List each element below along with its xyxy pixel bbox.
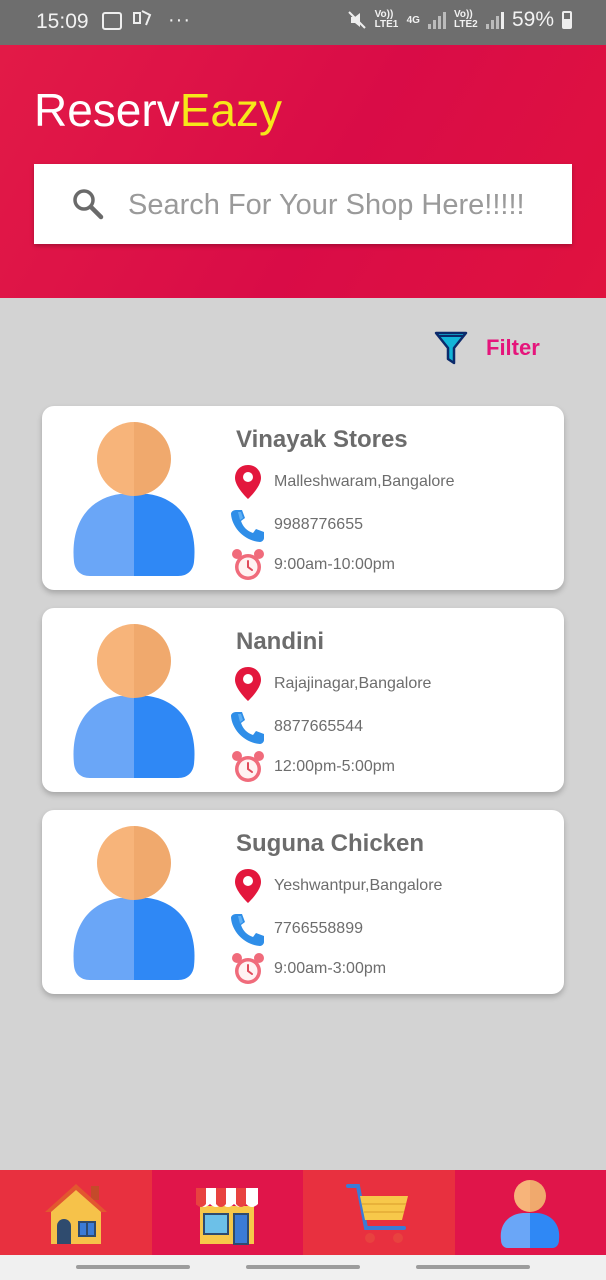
filter-button[interactable]: Filter [434, 330, 540, 366]
location-pin-icon [230, 666, 266, 702]
gallery-icon [102, 11, 122, 30]
filter-label[interactable]: Filter [486, 335, 540, 361]
shop-hours: 12:00pm-5:00pm [230, 749, 395, 785]
nav-shop[interactable] [151, 1170, 303, 1255]
brand-part1: Reserv [34, 84, 180, 136]
alarm-clock-icon [230, 547, 266, 583]
gesture-bar [0, 1255, 606, 1280]
location-pin-icon [230, 464, 266, 500]
alarm-clock-icon [230, 951, 266, 987]
home-icon[interactable] [41, 1178, 111, 1248]
funnel-icon[interactable] [434, 330, 468, 366]
gesture-handle [416, 1265, 530, 1269]
gesture-handle [76, 1265, 190, 1269]
shop-phone[interactable]: 9988776655 [230, 507, 363, 543]
shop-avatar-icon [73, 624, 195, 778]
search-input[interactable] [126, 178, 560, 232]
shop-location: Yeshwantpur,Bangalore [230, 868, 442, 904]
shop-avatar-icon [73, 826, 195, 980]
signal-icon-2 [485, 11, 504, 29]
shop-card[interactable]: Nandini Rajajinagar,Bangalore 8877665544… [42, 608, 564, 792]
network-type: 4G [406, 14, 420, 26]
location-text: Malleshwaram,Bangalore [274, 473, 455, 490]
gesture-handle [246, 1265, 360, 1269]
location-text: Rajajinagar,Bangalore [274, 675, 432, 692]
shop-hours: 9:00am-10:00pm [230, 547, 395, 583]
search-icon[interactable] [70, 186, 106, 222]
shop-location: Rajajinagar,Bangalore [230, 666, 431, 702]
brand-part2: Eazy [179, 84, 282, 136]
phone-icon[interactable] [230, 911, 266, 947]
shop-card[interactable]: Vinayak Stores Malleshwaram,Bangalore 99… [42, 406, 564, 590]
location-text: Yeshwantpur,Bangalore [274, 877, 443, 894]
battery-icon [562, 11, 572, 29]
paytm-icon [132, 9, 152, 32]
shop-location: Malleshwaram,Bangalore [230, 464, 455, 500]
battery-percent: 59% [511, 8, 554, 31]
phone-icon[interactable] [230, 709, 266, 745]
more-dots-icon: ··· [168, 9, 191, 31]
phone-text[interactable]: 8877665544 [274, 718, 363, 736]
app-header: ReservEazy [0, 45, 606, 298]
nav-profile[interactable] [454, 1170, 606, 1255]
phone-text[interactable]: 9988776655 [274, 516, 363, 534]
status-bar: 15:09 ··· Vo)) LTE1 4G Vo)) LTE2 59% [0, 0, 606, 45]
status-time: 15:09 [36, 10, 89, 33]
signal-icon [427, 11, 446, 29]
phone-text[interactable]: 7766558899 [274, 920, 363, 938]
hours-text: 9:00am-3:00pm [274, 960, 387, 977]
shop-hours: 9:00am-3:00pm [230, 951, 386, 987]
hours-text: 9:00am-10:00pm [274, 556, 395, 573]
mute-icon [347, 11, 366, 29]
shop-name: Vinayak Stores [236, 426, 408, 453]
shop-icon[interactable] [192, 1178, 262, 1248]
app-logo: ReservEazy [34, 83, 282, 137]
search-bar[interactable] [34, 164, 572, 244]
shop-phone[interactable]: 8877665544 [230, 709, 363, 745]
shop-avatar-icon [73, 422, 195, 576]
sim1-label: Vo)) LTE1 [374, 9, 399, 30]
alarm-clock-icon [230, 749, 266, 785]
sim2-label: Vo)) LTE2 [453, 9, 478, 30]
nav-cart[interactable] [303, 1170, 455, 1255]
nav-home[interactable] [0, 1170, 152, 1255]
shop-phone[interactable]: 7766558899 [230, 911, 363, 947]
shop-name: Suguna Chicken [236, 830, 425, 857]
cart-icon[interactable] [344, 1178, 414, 1248]
hours-text: 12:00pm-5:00pm [274, 758, 395, 775]
profile-icon[interactable] [499, 1178, 561, 1248]
phone-icon[interactable] [230, 507, 266, 543]
shop-card[interactable]: Suguna Chicken Yeshwantpur,Bangalore 776… [42, 810, 564, 994]
location-pin-icon [230, 868, 266, 904]
bottom-nav [0, 1170, 606, 1255]
shop-name: Nandini [236, 628, 324, 655]
